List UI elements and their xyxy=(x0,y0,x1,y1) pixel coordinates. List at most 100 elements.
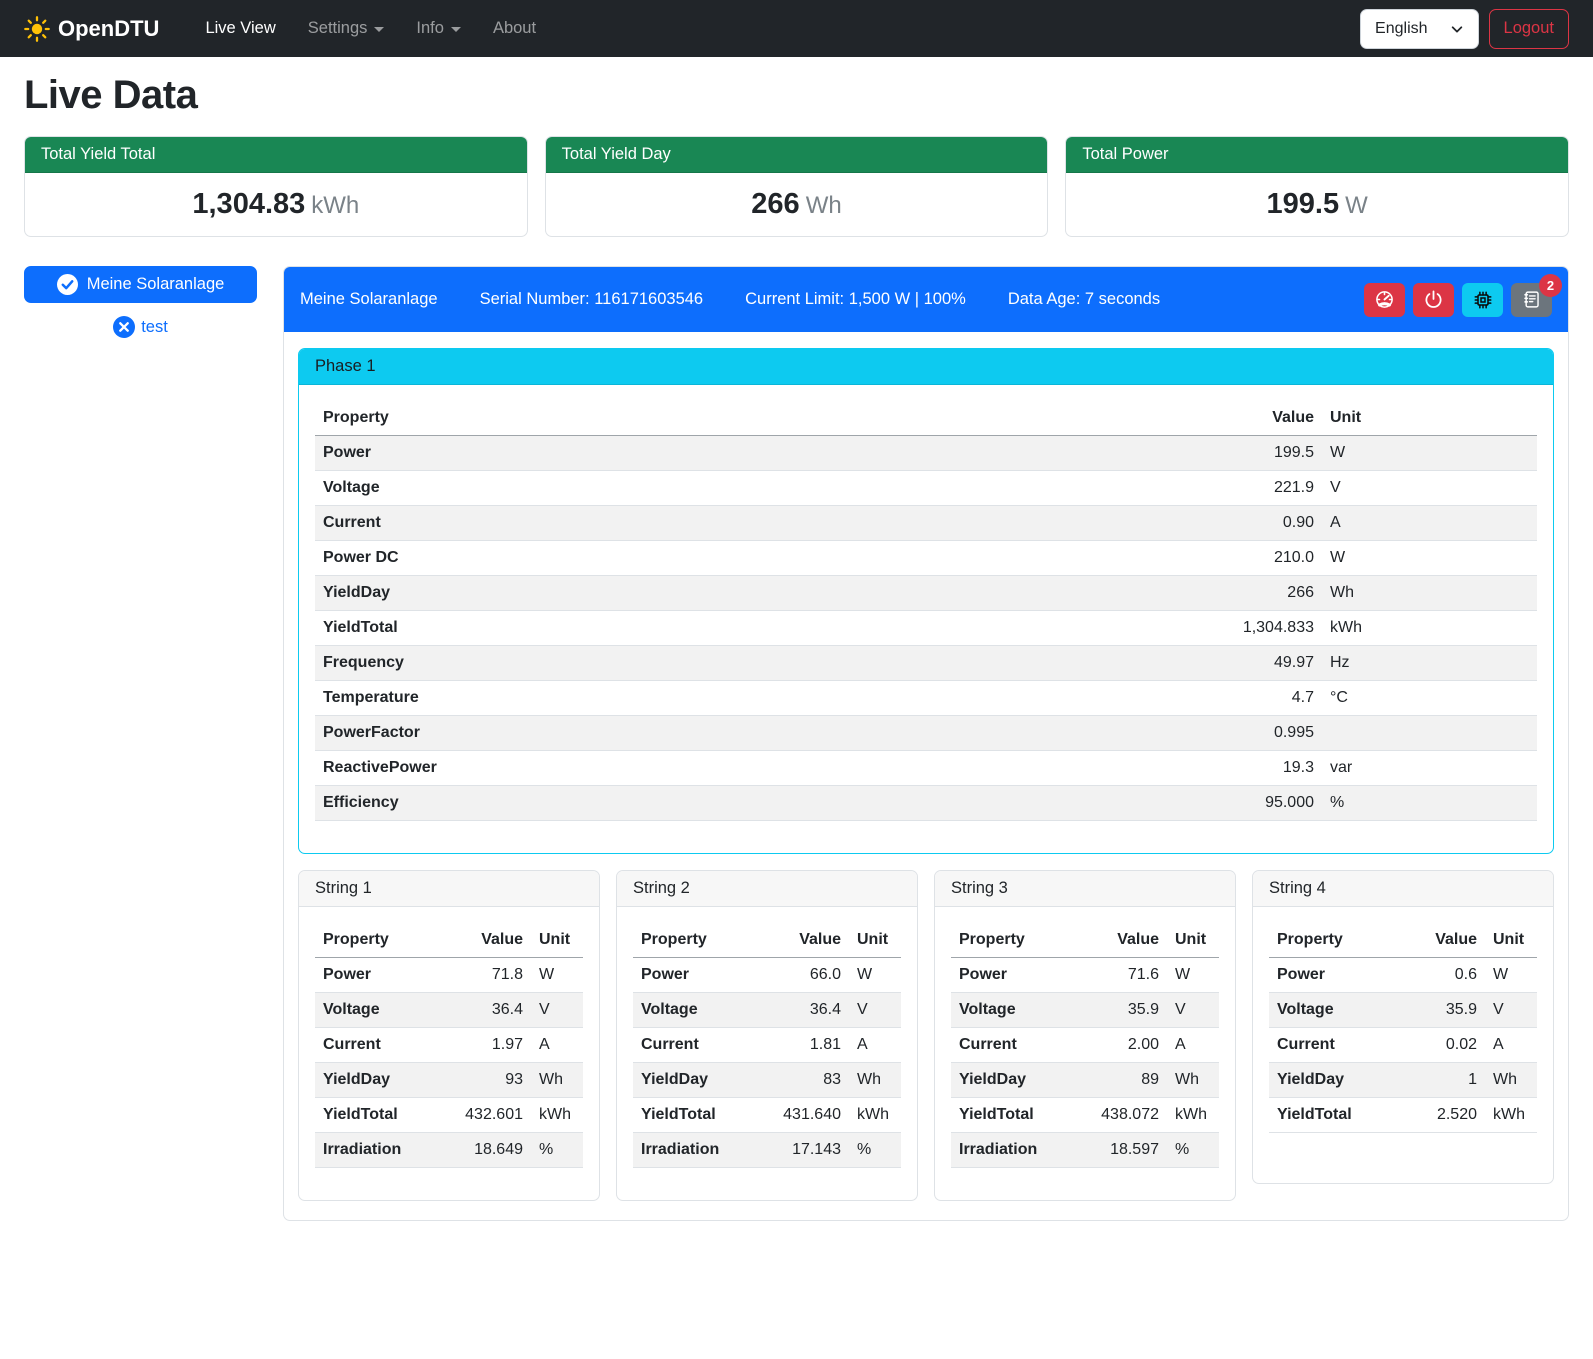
value-cell: 89 xyxy=(1079,1063,1167,1098)
value-cell: 1.81 xyxy=(761,1028,849,1063)
table-row: YieldDay93Wh xyxy=(315,1063,583,1098)
value-cell: 66.0 xyxy=(761,958,849,993)
nav-links: Live View Settings Info About xyxy=(191,11,1352,46)
table-row: YieldTotal1,304.833kWh xyxy=(315,611,1537,646)
property-cell: YieldTotal xyxy=(315,611,1202,646)
table-row: ReactivePower19.3var xyxy=(315,751,1537,786)
unit-cell: V xyxy=(1322,471,1537,506)
column-header-property: Property xyxy=(315,401,1202,436)
language-select[interactable]: English xyxy=(1360,9,1478,49)
column-header-value: Value xyxy=(761,923,849,958)
cpu-icon xyxy=(1473,290,1493,310)
property-cell: Power xyxy=(951,958,1079,993)
card-title: Total Power xyxy=(1066,137,1568,173)
inverter-data-age: Data Age: 7 seconds xyxy=(1008,290,1160,309)
inverter-select-button[interactable]: Meine Solaranlage xyxy=(24,266,257,303)
string-3-panel: String 3 Property Value Unit xyxy=(934,870,1236,1201)
unit-cell: W xyxy=(531,958,583,993)
table-row: Power71.6W xyxy=(951,958,1219,993)
string-title: String 2 xyxy=(617,871,917,907)
check-circle-icon xyxy=(57,274,78,295)
card-title: Total Yield Day xyxy=(546,137,1048,173)
table-row: Power0.6W xyxy=(1269,958,1537,993)
brand-link[interactable]: OpenDTU xyxy=(24,16,159,42)
value-cell: 1.97 xyxy=(443,1028,531,1063)
inverter-header: Meine Solaranlage Serial Number: 1161716… xyxy=(284,267,1568,332)
column-header-property: Property xyxy=(951,923,1079,958)
inverter-serial: Serial Number: 116171603546 xyxy=(480,290,704,309)
table-row: Voltage36.4V xyxy=(315,993,583,1028)
unit-cell: kWh xyxy=(1322,611,1537,646)
power-toggle-button[interactable] xyxy=(1413,283,1454,317)
value-cell: 17.143 xyxy=(761,1133,849,1168)
inverter-limit: Current Limit: 1,500 W | 100% xyxy=(745,290,966,309)
nav-item-settings[interactable]: Settings xyxy=(294,11,399,46)
unit-cell: W xyxy=(1485,958,1537,993)
string-2-table: Property Value Unit Power66.0WVoltage36.… xyxy=(633,923,901,1168)
table-row: Current0.90A xyxy=(315,506,1537,541)
table-row: YieldTotal438.072kWh xyxy=(951,1098,1219,1133)
value-cell: 18.597 xyxy=(1079,1133,1167,1168)
caret-down-icon xyxy=(451,27,461,32)
limit-settings-button[interactable] xyxy=(1364,283,1405,317)
column-header-property: Property xyxy=(1269,923,1397,958)
column-header-value: Value xyxy=(1202,401,1322,436)
unit-cell: A xyxy=(1322,506,1537,541)
inverter-test-label: test xyxy=(141,318,168,337)
table-row: YieldDay1Wh xyxy=(1269,1063,1537,1098)
logout-button[interactable]: Logout xyxy=(1489,9,1569,49)
unit-cell: Wh xyxy=(1485,1063,1537,1098)
property-cell: Irradiation xyxy=(951,1133,1079,1168)
table-row: YieldDay266Wh xyxy=(315,576,1537,611)
value-cell: 438.072 xyxy=(1079,1098,1167,1133)
event-log-button[interactable]: 2 xyxy=(1511,283,1552,317)
column-header-property: Property xyxy=(633,923,761,958)
inverter-sidebar: Meine Solaranlage test xyxy=(24,266,257,338)
value-cell: 19.3 xyxy=(1202,751,1322,786)
column-header-value: Value xyxy=(443,923,531,958)
total-yield-total-unit: kWh xyxy=(311,192,359,219)
property-cell: Power xyxy=(633,958,761,993)
property-cell: YieldTotal xyxy=(1269,1098,1397,1133)
inverter-select-label: Meine Solaranlage xyxy=(87,275,225,294)
inverter-name: Meine Solaranlage xyxy=(300,290,438,309)
nav-item-info[interactable]: Info xyxy=(402,11,475,46)
unit-cell: W xyxy=(1322,436,1537,471)
property-cell: YieldTotal xyxy=(633,1098,761,1133)
nav-item-live-view[interactable]: Live View xyxy=(191,11,289,46)
table-row: Voltage221.9V xyxy=(315,471,1537,506)
unit-cell: kWh xyxy=(849,1098,901,1133)
unit-cell: Wh xyxy=(1322,576,1537,611)
column-header-unit: Unit xyxy=(531,923,583,958)
value-cell: 221.9 xyxy=(1202,471,1322,506)
table-row: Frequency49.97Hz xyxy=(315,646,1537,681)
table-row: PowerFactor0.995 xyxy=(315,716,1537,751)
sun-icon xyxy=(24,16,50,42)
property-cell: YieldTotal xyxy=(951,1098,1079,1133)
property-cell: Current xyxy=(633,1028,761,1063)
event-count-badge: 2 xyxy=(1539,274,1562,297)
phase-table: Property Value Unit Power199.5WVoltage22… xyxy=(315,401,1537,821)
unit-cell: kWh xyxy=(531,1098,583,1133)
value-cell: 71.6 xyxy=(1079,958,1167,993)
value-cell: 4.7 xyxy=(1202,681,1322,716)
value-cell: 49.97 xyxy=(1202,646,1322,681)
unit-cell: kWh xyxy=(1485,1098,1537,1133)
gauge-icon xyxy=(1375,290,1394,309)
column-header-unit: Unit xyxy=(1322,401,1537,436)
nav-item-about[interactable]: About xyxy=(479,11,550,46)
value-cell: 0.6 xyxy=(1397,958,1485,993)
value-cell: 35.9 xyxy=(1079,993,1167,1028)
inverter-item-test[interactable]: test xyxy=(24,316,257,338)
value-cell: 36.4 xyxy=(761,993,849,1028)
table-row: Voltage36.4V xyxy=(633,993,901,1028)
value-cell: 210.0 xyxy=(1202,541,1322,576)
string-3-table: Property Value Unit Power71.6WVoltage35.… xyxy=(951,923,1219,1168)
string-4-table: Property Value Unit Power0.6WVoltage35.9… xyxy=(1269,923,1537,1133)
total-yield-day-value: 266 xyxy=(751,188,799,220)
device-info-button[interactable] xyxy=(1462,283,1503,317)
unit-cell: A xyxy=(1167,1028,1219,1063)
value-cell: 71.8 xyxy=(443,958,531,993)
unit-cell: V xyxy=(849,993,901,1028)
property-cell: Voltage xyxy=(315,993,443,1028)
